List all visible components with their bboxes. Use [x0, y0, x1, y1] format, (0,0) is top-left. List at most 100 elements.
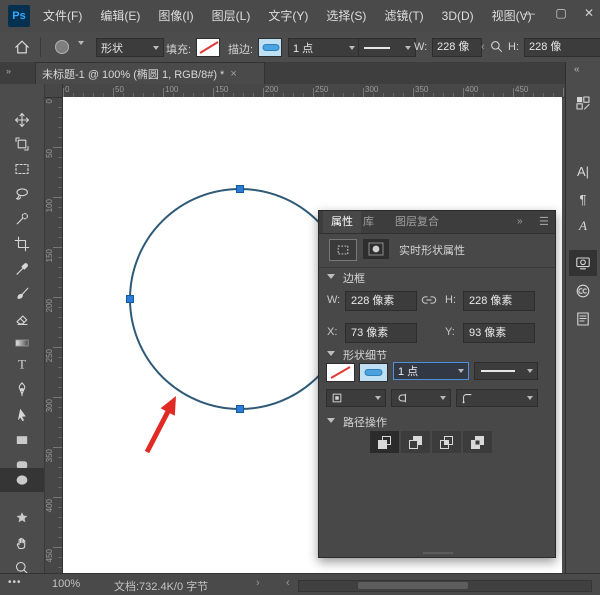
- menu-image[interactable]: 图像(I): [149, 0, 202, 32]
- menu-edit[interactable]: 编辑(E): [91, 0, 149, 32]
- status-arrow-icon[interactable]: ›: [256, 577, 260, 589]
- menu-select[interactable]: 选择(S): [317, 0, 375, 32]
- horizontal-ruler: 050100150200250300350400450: [44, 84, 565, 98]
- horizontal-scrollbar[interactable]: [298, 580, 592, 592]
- intersect-shapes-button[interactable]: [432, 431, 461, 453]
- tab-properties[interactable]: 属性: [323, 211, 361, 233]
- maximize-button[interactable]: ▢: [546, 0, 576, 26]
- move-tool[interactable]: [0, 108, 44, 132]
- w-label: W:: [327, 294, 340, 306]
- crop-tool[interactable]: [0, 232, 44, 256]
- tool-mode-select[interactable]: 形状: [96, 38, 164, 57]
- fill-swatch[interactable]: [196, 38, 220, 57]
- v-ruler-label: 100: [45, 199, 54, 212]
- options-bar: 形状 填充: 描边: 1 点 W: 228 像 ‹ H: 228 像: [0, 32, 600, 63]
- quick-selection-tool[interactable]: [0, 207, 44, 231]
- toolbar-more-button[interactable]: •••: [8, 577, 22, 588]
- shape-fill-swatch[interactable]: [326, 363, 355, 382]
- stroke-corners-select[interactable]: [456, 389, 538, 407]
- stroke-align-select[interactable]: [326, 389, 386, 407]
- exclude-overlapping-shapes-button[interactable]: [463, 431, 492, 453]
- search-icon[interactable]: [489, 39, 504, 54]
- home-icon[interactable]: [13, 38, 31, 56]
- section-collapse-icon[interactable]: [327, 274, 335, 279]
- panel-tab-bar: 属性 库 图层复合 » ☰: [319, 211, 555, 234]
- ellipse-tool[interactable]: [0, 468, 44, 492]
- h-ruler-label: 250: [315, 85, 328, 94]
- stroke-style-select[interactable]: [358, 38, 416, 57]
- minimize-button[interactable]: —: [514, 0, 544, 26]
- path-operations-title: 路径操作: [343, 414, 387, 430]
- paragraph-panel-icon[interactable]: ¶: [569, 186, 597, 212]
- dock-collapse-icon[interactable]: «: [574, 64, 579, 75]
- tab-close-icon[interactable]: ×: [230, 68, 236, 80]
- panel-menu-icon[interactable]: ☰: [537, 211, 551, 233]
- v-ruler-label: 200: [45, 299, 54, 312]
- panel-resize-grip[interactable]: [423, 552, 453, 554]
- combine-shapes-button[interactable]: [370, 431, 399, 453]
- masks-properties-icon[interactable]: [363, 239, 389, 259]
- section-collapse-icon[interactable]: [327, 351, 335, 356]
- document-tab[interactable]: 未标题-1 @ 100% (椭圆 1, RGB/8#) * ×: [35, 62, 265, 84]
- eyedropper-tool[interactable]: [0, 257, 44, 281]
- x-field[interactable]: 73 像素: [345, 323, 417, 343]
- panel-stroke-style-select[interactable]: [474, 362, 538, 380]
- eraser-tool[interactable]: [0, 307, 44, 331]
- properties-panel-icon[interactable]: [569, 250, 597, 276]
- adjustments-panel-icon[interactable]: [569, 90, 597, 116]
- scrollbar-thumb[interactable]: [358, 582, 468, 589]
- panel-collapse-icon[interactable]: »: [515, 211, 525, 233]
- zoom-level[interactable]: 100%: [52, 578, 80, 590]
- panel-stroke-width-select[interactable]: 1 点: [393, 362, 469, 380]
- scroll-left-icon[interactable]: ‹: [286, 577, 290, 589]
- shape-stroke-swatch[interactable]: [359, 363, 388, 382]
- path-selection-tool[interactable]: [0, 403, 44, 427]
- stroke-swatch[interactable]: [258, 38, 282, 57]
- ellipse-tool-preset-icon[interactable]: [52, 38, 72, 56]
- notes-panel-icon[interactable]: [569, 306, 597, 332]
- close-button[interactable]: ✕: [578, 0, 600, 26]
- h-ruler-label: 100: [165, 85, 178, 94]
- height-field[interactable]: 228 像: [524, 38, 600, 57]
- menu-filter[interactable]: 滤镜(T): [375, 0, 432, 32]
- h-ruler-label: 400: [465, 85, 478, 94]
- character-panel-icon[interactable]: A|: [569, 158, 597, 184]
- stroke-width-select[interactable]: 1 点: [288, 38, 360, 57]
- shape-details-title: 形状细节: [343, 347, 387, 363]
- h-field[interactable]: 228 像素: [463, 291, 535, 311]
- subtract-front-shape-button[interactable]: [401, 431, 430, 453]
- creative-cloud-icon[interactable]: [569, 278, 597, 304]
- menu-3d[interactable]: 3D(D): [433, 0, 483, 32]
- title-bar: Ps 文件(F)编辑(E)图像(I)图层(L)文字(Y)选择(S)滤镜(T)3D…: [0, 0, 600, 33]
- menu-layer[interactable]: 图层(L): [203, 0, 260, 32]
- menu-file[interactable]: 文件(F): [34, 0, 91, 32]
- custom-shape-tool[interactable]: [0, 506, 44, 530]
- chevron-down-icon[interactable]: [78, 45, 84, 57]
- menu-type[interactable]: 文字(Y): [259, 0, 317, 32]
- stroke-caps-select[interactable]: [391, 389, 451, 407]
- artboard-tool[interactable]: [0, 132, 44, 156]
- tab-libraries[interactable]: 库: [361, 211, 376, 233]
- brush-tool[interactable]: [0, 282, 44, 306]
- marquee-tool[interactable]: [0, 157, 44, 181]
- rectangle-tool[interactable]: [0, 428, 44, 452]
- h-ruler-label: 200: [265, 85, 278, 94]
- y-field[interactable]: 93 像素: [463, 323, 535, 343]
- pen-tool[interactable]: [0, 377, 44, 401]
- lasso-tool[interactable]: [0, 182, 44, 206]
- transform-properties-icon[interactable]: [329, 239, 357, 261]
- v-ruler-label: 150: [45, 249, 54, 262]
- type-tool[interactable]: T: [0, 352, 44, 376]
- fill-label: 填充:: [166, 41, 191, 57]
- tab-overflow-icon[interactable]: »: [6, 66, 11, 76]
- hand-tool[interactable]: [0, 531, 44, 555]
- w-field[interactable]: 228 像素: [345, 291, 417, 311]
- v-ruler-label: 450: [45, 549, 54, 562]
- link-dimensions-icon[interactable]: [421, 294, 437, 306]
- glyphs-panel-icon[interactable]: A: [569, 213, 597, 239]
- tab-layer-comps[interactable]: 图层复合: [393, 211, 441, 233]
- section-collapse-icon[interactable]: [327, 418, 335, 423]
- width-field[interactable]: 228 像: [432, 38, 482, 57]
- overflow-chevron-icon: ‹: [481, 41, 485, 53]
- stroke-label: 描边:: [228, 41, 253, 57]
